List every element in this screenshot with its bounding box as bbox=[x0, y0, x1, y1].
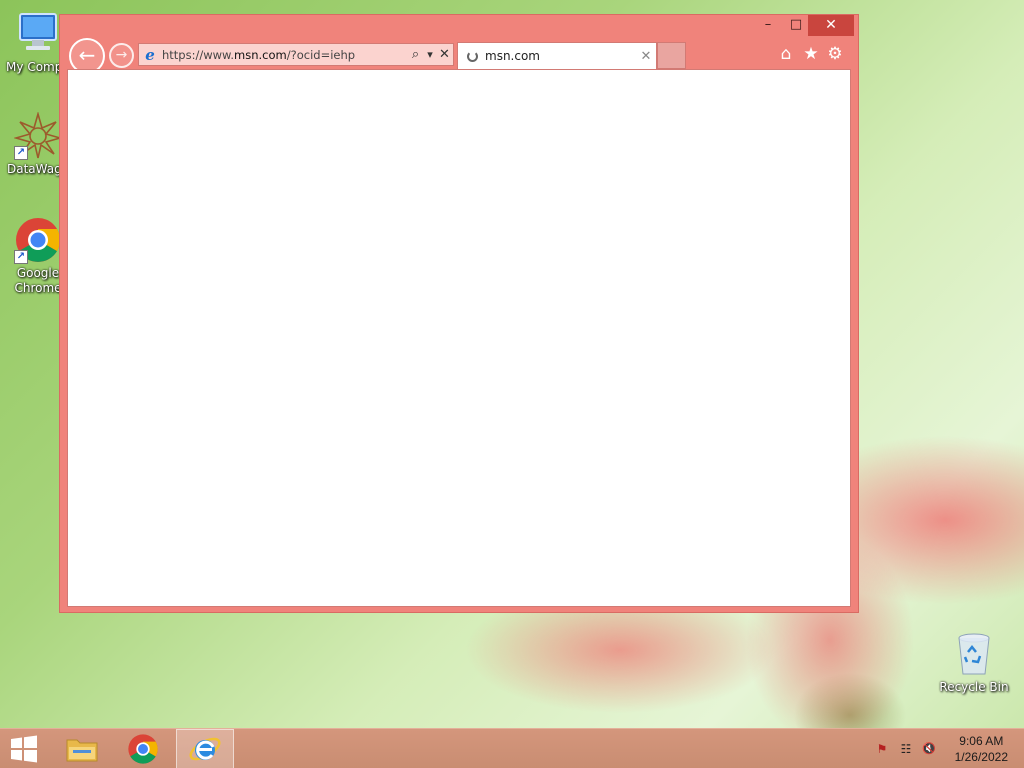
page-content-area[interactable] bbox=[67, 69, 851, 607]
shortcut-arrow-icon: ↗ bbox=[14, 250, 28, 264]
tab-close-icon[interactable]: ✕ bbox=[636, 49, 656, 64]
stop-icon[interactable]: ✕ bbox=[436, 47, 453, 62]
network-icon[interactable]: ☷ bbox=[897, 741, 915, 757]
datawagon-icon: ↗ bbox=[13, 111, 63, 160]
desktop-icon-label: Recycle Bin bbox=[939, 680, 1009, 694]
chrome-icon bbox=[128, 734, 158, 764]
taskbar-file-explorer[interactable] bbox=[54, 729, 110, 768]
system-clock[interactable]: 9:06 AM 1/26/2022 bbox=[955, 733, 1008, 765]
shortcut-arrow-icon: ↗ bbox=[14, 146, 28, 160]
address-bar[interactable]: e https://www.msn.com/?ocid=iehp ⌕ ▾ ✕ bbox=[138, 43, 454, 66]
tab-msn[interactable]: msn.com ✕ bbox=[457, 42, 657, 69]
maximize-button[interactable]: □ bbox=[782, 15, 810, 36]
internet-explorer-window[interactable]: – □ ✕ ← → e https://www.msn.com/?ocid=ie… bbox=[59, 14, 859, 613]
action-center-flag-icon[interactable]: ⚑ bbox=[873, 741, 891, 757]
taskbar-google-chrome[interactable] bbox=[115, 729, 171, 768]
internet-explorer-icon bbox=[189, 737, 221, 761]
arrow-right-icon: → bbox=[115, 47, 128, 63]
clock-date: 1/26/2022 bbox=[954, 750, 1008, 764]
new-tab-button[interactable] bbox=[657, 42, 686, 69]
loading-spinner-icon bbox=[467, 50, 478, 62]
ie-page-icon: e bbox=[145, 45, 155, 64]
taskbar-internet-explorer[interactable] bbox=[176, 729, 234, 768]
favorites-star-icon[interactable]: ★ bbox=[801, 44, 821, 64]
volume-muted-icon[interactable]: 🔇 bbox=[920, 741, 938, 757]
address-url[interactable]: https://www.msn.com/?ocid=iehp bbox=[162, 48, 407, 62]
gear-icon[interactable]: ⚙ bbox=[825, 44, 845, 64]
minimize-button[interactable]: – bbox=[754, 15, 782, 36]
chevron-down-icon[interactable]: ▾ bbox=[424, 48, 436, 61]
chrome-icon: ↗ bbox=[14, 216, 62, 264]
search-icon[interactable]: ⌕ bbox=[407, 47, 424, 62]
tab-title: msn.com bbox=[485, 49, 540, 63]
taskbar: ⚑ ☷ 🔇 9:06 AM 1/26/2022 bbox=[0, 728, 1024, 768]
folder-icon bbox=[66, 739, 98, 762]
forward-button[interactable]: → bbox=[109, 43, 134, 68]
close-window-button[interactable]: ✕ bbox=[808, 15, 854, 36]
home-icon[interactable]: ⌂ bbox=[776, 44, 796, 64]
desktop-icon-recycle-bin[interactable]: Recycle Bin bbox=[936, 630, 1012, 695]
start-button[interactable] bbox=[0, 729, 48, 768]
arrow-left-icon: ← bbox=[78, 43, 96, 67]
recycle-bin-icon bbox=[950, 630, 998, 678]
computer-icon bbox=[14, 10, 62, 58]
windows-logo-icon bbox=[11, 735, 37, 763]
clock-time: 9:06 AM bbox=[959, 734, 1004, 748]
